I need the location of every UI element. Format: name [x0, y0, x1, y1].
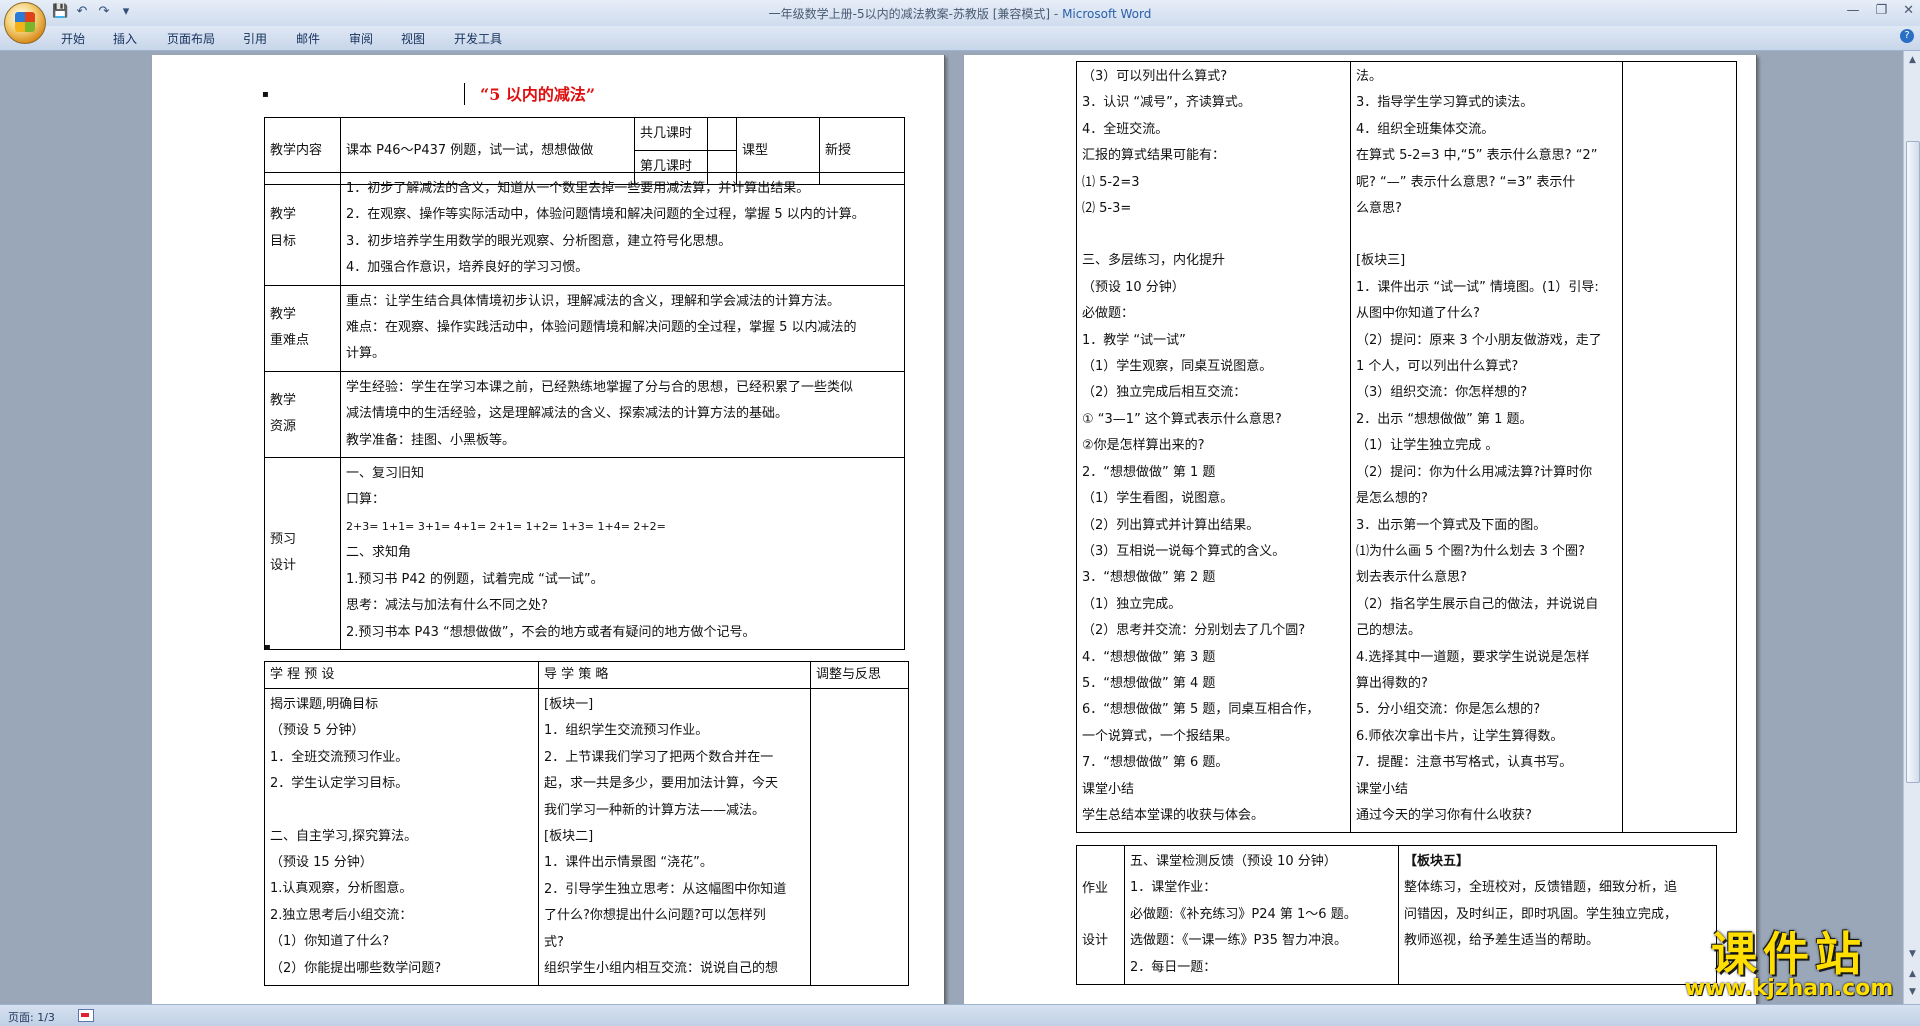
previous-page-icon[interactable]: ▲	[1905, 967, 1920, 982]
vertical-scrollbar[interactable]: ▲ ▼ ▲ ▼	[1903, 51, 1920, 1004]
lesson-plan-table: 教学 目标 1．初步了解减法的含义，知道从一个数里去掉一些要用减法算，并计算出结果…	[264, 172, 905, 650]
objectives-text: 1．初步了解减法的含义，知道从一个数里去掉一些要用减法算，并计算出结果。 2．在…	[340, 172, 905, 286]
tab-developer[interactable]: 开发工具	[454, 30, 502, 47]
homework-strategy: 【板块五】 整体练习，全班校对，反馈错题，细致分析，追 问错因，及时纠正，即时巩…	[1398, 844, 1717, 986]
watermark-title: 课件站	[1711, 927, 1867, 981]
office-button[interactable]	[4, 2, 46, 44]
tab-mailings[interactable]: 邮件	[296, 30, 320, 47]
tab-insert[interactable]: 插入	[113, 30, 137, 47]
minimize-button[interactable]: —	[1846, 3, 1859, 18]
process-student-column: （3）可以列出什么算式? 3．认识 “减号”，齐读算式。 4．全班交流。 汇报的…	[1076, 60, 1351, 834]
document-title: “5 以内的减法”	[480, 85, 596, 104]
document-page-1[interactable]: ▪ “5 以内的减法” 教学内容 课本 P46～P437 例题，试一试，想想做做…	[152, 55, 945, 1004]
scroll-down-icon[interactable]: ▼	[1905, 947, 1920, 962]
preview-text: 一、复习旧知 口算： 2+3= 1+1= 3+1= 4+1= 2+1= 1+2=…	[340, 457, 905, 650]
proofing-status-icon[interactable]	[78, 1009, 94, 1022]
tab-page-layout[interactable]: 页面布局	[167, 30, 215, 47]
keypoints-label: 教学 重难点	[264, 284, 341, 372]
process-strategy-column: [板块一] 1．组织学生交流预习作业。 2．上节课我们学习了把两个数合并在一 起…	[538, 687, 811, 987]
office-logo-icon	[15, 12, 35, 32]
text-cursor	[464, 83, 465, 105]
preview-label: 预习 设计	[264, 457, 341, 650]
ribbon-tabs: 开始 插入 页面布局 引用 邮件 审阅 视图 开发工具 ?	[0, 26, 1920, 51]
objectives-label: 教学 目标	[264, 172, 341, 286]
resources-text: 学生经验：学生在学习本课之前，已经熟练地掌握了分与合的思想，已经积累了一些类似 …	[340, 370, 905, 459]
document-workspace[interactable]: ▪ “5 以内的减法” 教学内容 课本 P46～P437 例题，试一试，想想做做…	[0, 51, 1903, 1004]
paragraph-mark: ▪	[264, 642, 271, 653]
total-lessons-value[interactable]	[707, 116, 737, 152]
tab-view[interactable]: 视图	[401, 30, 425, 47]
process-student-column: 揭示课题,明确目标 （预设 5 分钟） 1．全班交流预习作业。 2．学生认定学习…	[264, 687, 539, 987]
teaching-process-table: 学 程 预 设 导 学 策 略 调整与反思 揭示课题,明确目标 （预设 5 分钟…	[264, 661, 909, 987]
watermark-logo: 课件站 www.kjzhan.com	[1676, 918, 1902, 1006]
window-title: 一年级数学上册-5以内的减法教案-苏教版 [兼容模式] - Microsoft …	[768, 7, 1152, 21]
restore-button[interactable]: ❐	[1875, 3, 1887, 18]
scroll-thumb[interactable]	[1906, 141, 1920, 783]
homework-tasks: 五、课堂检测反馈（预设 10 分钟） 1．课堂作业： 必做题:《补充练习》P24…	[1124, 844, 1399, 986]
process-strategy-column: 法。 3．指导学生学习算式的读法。 4．组织全班集体交流。 在算式 5-2=3 …	[1350, 60, 1623, 834]
process-header-strategy: 导 学 策 略	[538, 661, 811, 689]
page-count-status[interactable]: 页面: 1/3	[8, 1009, 55, 1025]
keypoints-text: 重点：让学生结合具体情境初步认识，理解减法的含义，理解和学会减法的计算方法。 难…	[340, 284, 905, 372]
document-page-2[interactable]: （3）可以列出什么算式? 3．认识 “减号”，齐读算式。 4．全班交流。 汇报的…	[964, 55, 1757, 1004]
next-page-icon[interactable]: ▼	[1905, 985, 1920, 1000]
help-icon[interactable]: ?	[1900, 29, 1914, 43]
tab-home[interactable]: 开始	[61, 30, 85, 47]
title-bar: 💾 ↶ ↷ ▾ 一年级数学上册-5以内的减法教案-苏教版 [兼容模式] - Mi…	[0, 0, 1920, 27]
process-header-student: 学 程 预 设	[264, 661, 539, 689]
process-reflection-column[interactable]	[1622, 60, 1737, 834]
resources-label: 教学 资源	[264, 370, 341, 459]
teaching-process-table-continued: （3）可以列出什么算式? 3．认识 “减号”，齐读算式。 4．全班交流。 汇报的…	[1076, 60, 1737, 834]
tab-references[interactable]: 引用	[243, 30, 267, 47]
scroll-up-icon[interactable]: ▲	[1905, 53, 1920, 68]
process-reflection-column[interactable]	[810, 687, 909, 987]
homework-label: 作业 设计	[1076, 844, 1125, 986]
homework-table: 作业 设计 五、课堂检测反馈（预设 10 分钟） 1．课堂作业： 必做题:《补充练…	[1076, 844, 1717, 986]
process-header-reflection: 调整与反思	[810, 661, 909, 689]
window-controls: — ❐ ✕	[1846, 3, 1914, 18]
total-lessons-label: 共几课时	[634, 116, 708, 152]
close-button[interactable]: ✕	[1903, 3, 1914, 18]
paragraph-mark: ▪	[262, 89, 269, 100]
tab-review[interactable]: 审阅	[349, 30, 373, 47]
status-bar: 页面: 1/3	[0, 1004, 1920, 1026]
watermark-url: www.kjzhan.com	[1684, 976, 1894, 1001]
